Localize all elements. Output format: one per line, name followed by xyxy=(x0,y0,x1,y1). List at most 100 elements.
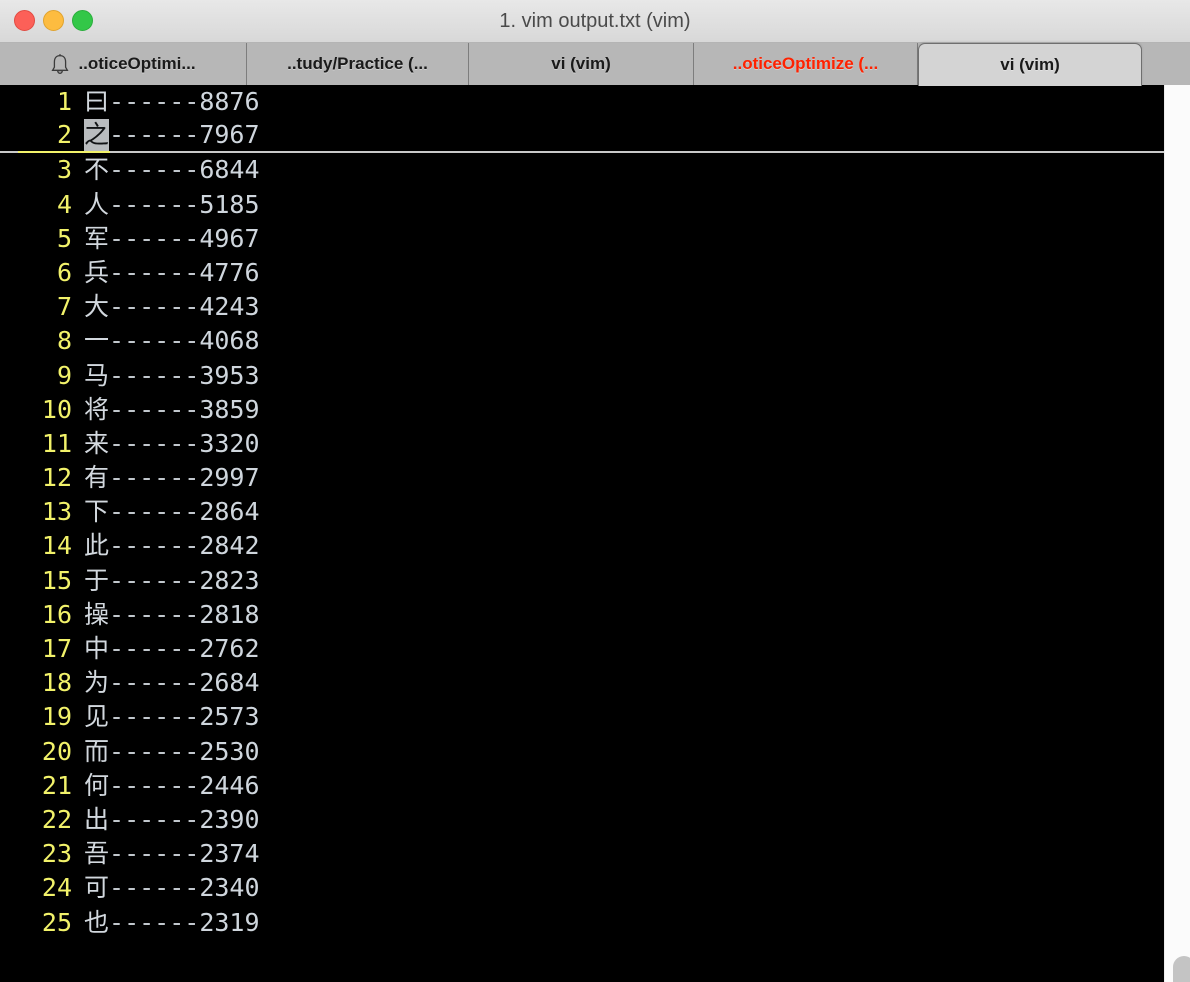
bell-icon xyxy=(50,53,70,75)
cjk-character: 军 xyxy=(84,223,110,253)
separator-dashes: ------ xyxy=(109,360,200,390)
line-number: 7 xyxy=(56,292,72,322)
scrollbar-thumb[interactable] xyxy=(1173,956,1190,982)
line-number: 6 xyxy=(56,257,72,287)
cjk-character: 将 xyxy=(84,394,110,424)
vim-line: 20 而------2530 xyxy=(0,735,1164,769)
separator-dashes: ------ xyxy=(109,634,200,663)
cjk-character: 何 xyxy=(84,770,110,800)
tab-bar-filler xyxy=(1142,43,1190,85)
cjk-character: 出 xyxy=(84,804,110,834)
vim-line: 19 见------2573 xyxy=(0,700,1164,734)
vim-line: 11 来------3320 xyxy=(0,427,1164,461)
tab-vi-vim-1[interactable]: vi (vim) xyxy=(469,43,694,85)
cjk-character: 大 xyxy=(84,292,110,322)
cjk-character: 操 xyxy=(84,599,110,629)
vim-line: 21 何------2446 xyxy=(0,769,1164,803)
frequency-count: 2762 xyxy=(199,634,260,663)
terminal-window: 1. vim output.txt (vim) ..oticeOptimi...… xyxy=(0,0,1190,982)
separator-dashes: ------ xyxy=(109,702,200,732)
cjk-character: 此 xyxy=(84,531,110,561)
frequency-count: 2842 xyxy=(199,531,260,561)
line-number: 14 xyxy=(41,531,72,561)
cjk-character: 可 xyxy=(84,873,110,903)
tab-notice-optimize-2[interactable]: ..oticeOptimize (... xyxy=(694,43,918,85)
window-titlebar: 1. vim output.txt (vim) xyxy=(0,0,1190,43)
frequency-count: 3859 xyxy=(199,394,260,424)
separator-dashes: ------ xyxy=(109,839,200,869)
frequency-count: 3320 xyxy=(199,428,260,458)
cjk-character: 兵 xyxy=(84,257,110,287)
cjk-character: 而 xyxy=(84,736,110,766)
line-number: 18 xyxy=(41,668,72,698)
vim-line: 22 出------2390 xyxy=(0,803,1164,837)
line-number: 15 xyxy=(41,565,72,595)
tab-vi-vim-active[interactable]: vi (vim) xyxy=(918,43,1142,86)
separator-dashes: ------ xyxy=(109,155,200,185)
tab-bar: ..oticeOptimi... ..tudy/Practice (... vi… xyxy=(0,43,1190,86)
separator-dashes: ------ xyxy=(109,907,200,937)
vim-line: 14 此------2842 xyxy=(0,529,1164,563)
line-number: 1 xyxy=(56,87,72,116)
vim-line: 4 人------5185 xyxy=(0,188,1164,222)
vim-line: 15 于------2823 xyxy=(0,564,1164,598)
frequency-count: 2340 xyxy=(199,873,260,903)
vim-line: 23 吾------2374 xyxy=(0,837,1164,871)
line-number: 17 xyxy=(41,634,72,663)
separator-dashes: ------ xyxy=(109,223,200,253)
frequency-count: 4776 xyxy=(199,257,260,287)
separator-dashes: ------ xyxy=(109,257,200,287)
vim-line: 13 下------2864 xyxy=(0,495,1164,529)
cjk-character: 一 xyxy=(84,326,110,356)
frequency-count: 4967 xyxy=(199,223,260,253)
cjk-character: 人 xyxy=(84,189,110,219)
cjk-character: 吾 xyxy=(84,839,110,869)
line-number: 13 xyxy=(41,497,72,527)
frequency-count: 2823 xyxy=(199,565,260,595)
frequency-count: 6844 xyxy=(199,155,260,185)
tab-label: ..oticeOptimize (... xyxy=(732,54,879,73)
line-number: 11 xyxy=(41,428,72,458)
tab-notice-optimize-1[interactable]: ..oticeOptimi... xyxy=(0,43,247,85)
frequency-count: 2374 xyxy=(199,839,260,869)
vim-line: 16 操------2818 xyxy=(0,598,1164,632)
vim-line: 7 大------4243 xyxy=(0,290,1164,324)
vim-line: 2 之------7967 xyxy=(0,119,1164,154)
vim-line: 25 也------2319 xyxy=(0,906,1164,940)
vim-line: 1 曰------8876 xyxy=(0,85,1164,119)
separator-dashes: ------ xyxy=(109,463,200,493)
separator-dashes: ------ xyxy=(109,189,200,219)
cjk-character: 曰 xyxy=(84,87,110,116)
line-number: 9 xyxy=(56,360,72,390)
window-right-strip xyxy=(1164,85,1190,982)
vim-line: 5 军------4967 xyxy=(0,222,1164,256)
frequency-count: 4243 xyxy=(199,292,260,322)
line-number: 21 xyxy=(41,770,72,800)
separator-dashes: ------ xyxy=(109,497,200,527)
frequency-count: 4068 xyxy=(199,326,260,356)
vim-line: 18 为------2684 xyxy=(0,666,1164,700)
frequency-count: 2390 xyxy=(199,804,260,834)
vim-block-cursor: 之 xyxy=(84,119,110,152)
frequency-count: 8876 xyxy=(199,87,260,116)
vim-line: 17 中------2762 xyxy=(0,632,1164,666)
frequency-count: 5185 xyxy=(199,189,260,219)
separator-dashes: ------ xyxy=(109,873,200,903)
separator-dashes: ------ xyxy=(109,326,200,356)
line-number: 19 xyxy=(41,702,72,732)
vim-editor-pane[interactable]: 1 曰------8876 2 之------7967 3 不------6844 4 人--… xyxy=(0,85,1164,982)
separator-dashes: ------ xyxy=(109,736,200,766)
cjk-character: 有 xyxy=(84,463,110,493)
tab-label: ..tudy/Practice (... xyxy=(287,54,428,73)
frequency-count: 2573 xyxy=(199,702,260,732)
vim-line: 10 将------3859 xyxy=(0,393,1164,427)
cjk-character: 不 xyxy=(84,155,110,185)
tab-study-practice[interactable]: ..tudy/Practice (... xyxy=(247,43,469,85)
frequency-count: 2997 xyxy=(199,463,260,493)
separator-dashes: ------ xyxy=(109,394,200,424)
vim-line: 6 兵------4776 xyxy=(0,256,1164,290)
cjk-character: 见 xyxy=(84,702,110,732)
separator-dashes: ------ xyxy=(109,292,200,322)
separator-dashes: ------ xyxy=(109,565,200,595)
line-number: 4 xyxy=(56,189,72,219)
